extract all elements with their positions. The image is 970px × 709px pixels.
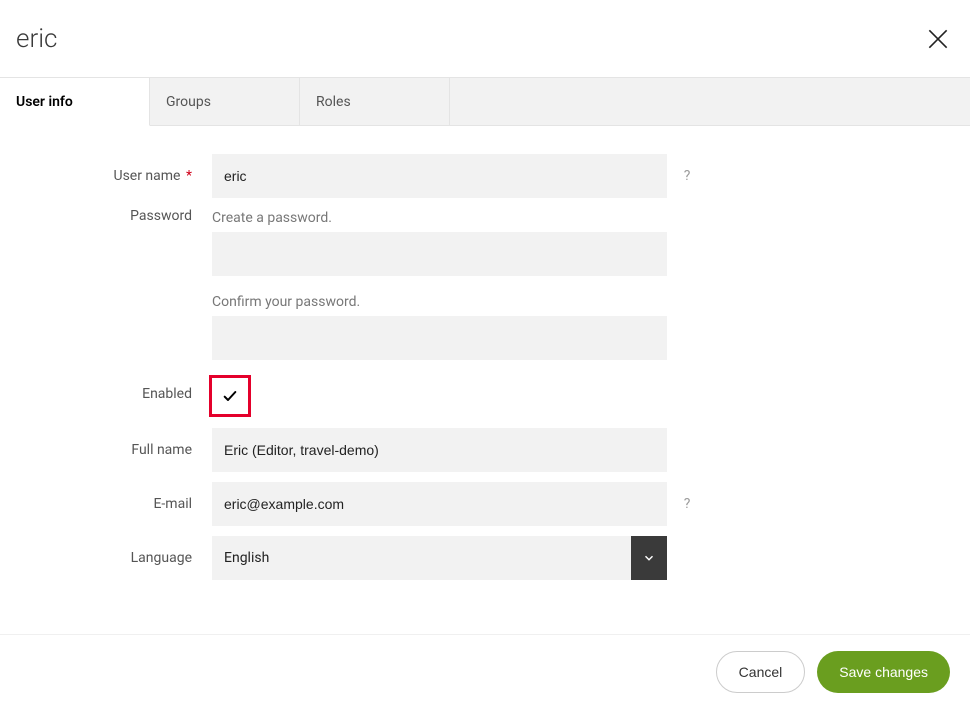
label-email: E-mail	[0, 482, 212, 512]
password-input[interactable]	[212, 232, 667, 276]
email-help[interactable]: ?	[667, 482, 707, 512]
row-email: E-mail ?	[0, 482, 970, 526]
username-input[interactable]	[212, 154, 667, 198]
check-icon	[222, 388, 238, 404]
label-password: Password	[0, 208, 212, 224]
password-confirm-input[interactable]	[212, 316, 667, 360]
label-enabled: Enabled	[0, 378, 212, 402]
cancel-button[interactable]: Cancel	[716, 651, 806, 693]
user-info-form: User name * ? Password Create a password…	[0, 126, 970, 630]
fullname-input[interactable]	[212, 428, 667, 472]
row-password: Password Create a password. Confirm your…	[0, 208, 970, 360]
label-language: Language	[0, 536, 212, 566]
password-confirm-hint: Confirm your password.	[212, 292, 667, 312]
tab-label: Roles	[316, 94, 351, 110]
tab-user-info[interactable]: User info	[0, 78, 150, 126]
email-input[interactable]	[212, 482, 667, 526]
dialog-header: eric	[0, 0, 970, 78]
dialog-footer: Cancel Save changes	[0, 634, 970, 709]
close-button[interactable]	[922, 23, 954, 55]
tab-bar: User info Groups Roles	[0, 78, 970, 126]
password-create-hint: Create a password.	[212, 208, 667, 228]
language-value: English	[212, 536, 631, 580]
label-fullname: Full name	[0, 428, 212, 458]
save-button[interactable]: Save changes	[817, 651, 950, 693]
username-help[interactable]: ?	[667, 154, 707, 184]
row-language: Language English	[0, 536, 970, 580]
dialog-title: eric	[16, 24, 57, 54]
tab-label: Groups	[166, 94, 211, 110]
row-fullname: Full name	[0, 428, 970, 472]
label-username: User name *	[0, 154, 212, 184]
row-enabled: Enabled	[0, 378, 970, 414]
chevron-down-icon	[642, 551, 656, 565]
form-scroll-area[interactable]: User name * ? Password Create a password…	[0, 126, 970, 634]
required-marker: *	[182, 168, 192, 184]
row-username: User name * ?	[0, 154, 970, 198]
tab-groups[interactable]: Groups	[150, 78, 300, 125]
tab-label: User info	[16, 94, 73, 110]
language-dropdown-button[interactable]	[631, 536, 667, 580]
tab-roles[interactable]: Roles	[300, 78, 450, 125]
close-icon	[925, 26, 951, 52]
language-select[interactable]: English	[212, 536, 667, 580]
enabled-checkbox[interactable]	[212, 378, 248, 414]
